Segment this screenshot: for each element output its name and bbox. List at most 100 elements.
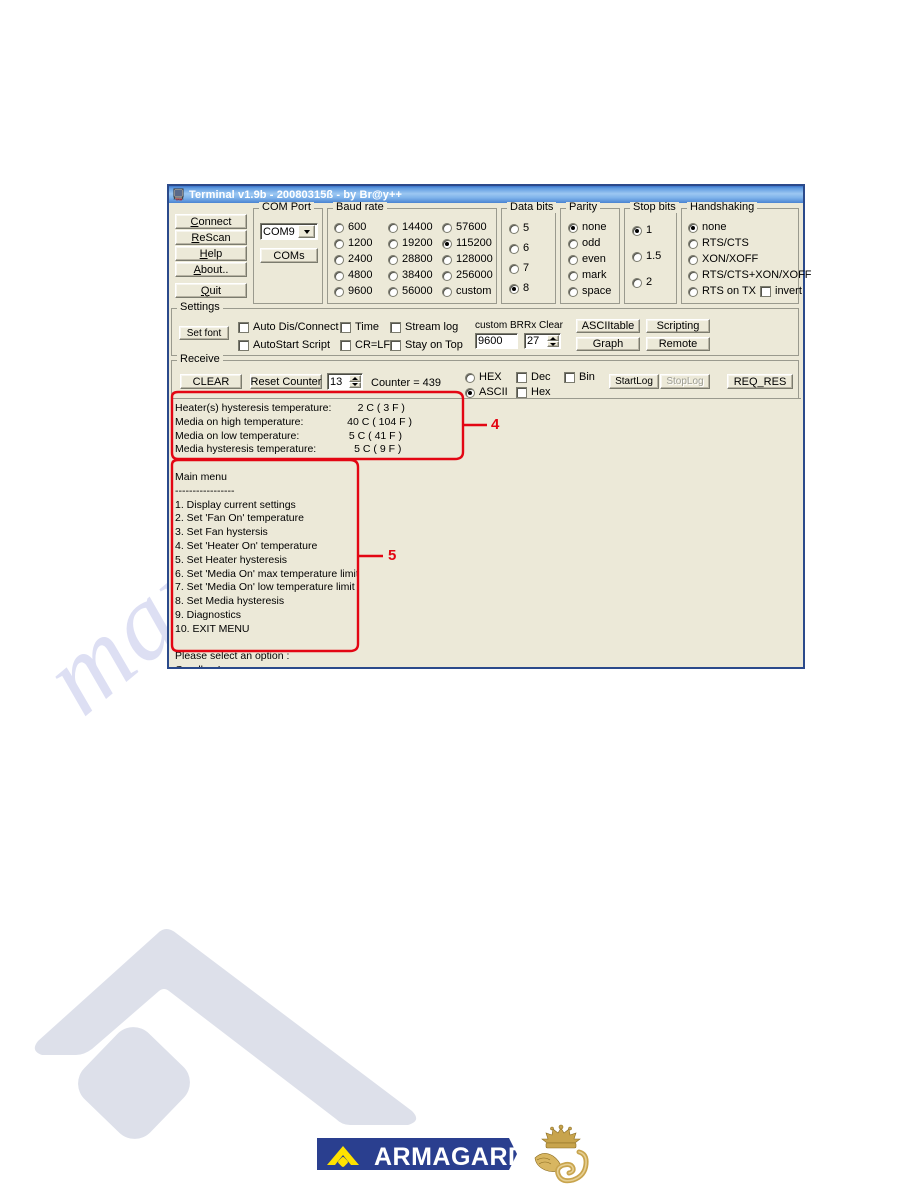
data-bits-7[interactable]: 7 xyxy=(509,263,529,274)
start-log-button[interactable]: StartLog xyxy=(609,374,659,389)
settings-legend: Settings xyxy=(177,302,223,313)
bin-checkbox[interactable]: Bin xyxy=(564,372,595,383)
com-port-value: COM9 xyxy=(263,225,295,238)
counter-threshold-input[interactable]: 13 xyxy=(327,373,363,390)
req-res-button[interactable]: REQ_RES xyxy=(727,374,793,389)
reset-counter-button[interactable]: Reset Counter xyxy=(250,374,322,389)
help-button[interactable]: Help xyxy=(175,246,247,261)
parity-legend: Parity xyxy=(566,202,601,213)
stop-bits-legend: Stop bits xyxy=(630,202,679,213)
graph-button[interactable]: Graph xyxy=(576,337,640,351)
set-font-button[interactable]: Set font xyxy=(179,326,229,340)
receive-group: Receive CLEAR Reset Counter 13 Counter =… xyxy=(171,354,799,398)
autostart-script-checkbox[interactable]: AutoStart Script xyxy=(238,340,330,351)
scripting-button[interactable]: Scripting xyxy=(646,319,710,333)
handshaking-none[interactable]: none xyxy=(688,222,726,233)
baud-115200[interactable]: 115200 xyxy=(442,238,492,249)
parity-even[interactable]: even xyxy=(568,254,606,265)
receive-ascii-radio[interactable]: ASCII xyxy=(465,387,508,398)
custom-br-label: custom BR xyxy=(475,320,524,331)
svg-text:TRM: TRM xyxy=(175,198,182,201)
stop-bits-1[interactable]: 1 xyxy=(632,225,652,236)
rx-clear-spinner[interactable]: 27 xyxy=(524,333,561,349)
terminal-output-text: Heater(s) hysteresis temperature: 2 C ( … xyxy=(175,402,412,667)
baud-600[interactable]: 600 xyxy=(334,222,366,233)
com-port-select[interactable]: COM9 xyxy=(260,223,318,240)
quit-button[interactable]: Quit xyxy=(175,283,247,298)
handshaking-xon-xoff[interactable]: XON/XOFF xyxy=(688,254,758,265)
parity-mark[interactable]: mark xyxy=(568,270,606,281)
stay-on-top-checkbox[interactable]: Stay on Top xyxy=(390,340,463,351)
data-bits-5[interactable]: 5 xyxy=(509,223,529,234)
stream-log-checkbox[interactable]: Stream log xyxy=(390,322,458,333)
stop-bits-2[interactable]: 2 xyxy=(632,277,652,288)
rx-clear-label: Rx Clear xyxy=(524,320,563,331)
baud-custom[interactable]: custom xyxy=(442,286,491,297)
data-bits-legend: Data bits xyxy=(507,202,557,213)
chevron-watermark xyxy=(30,925,420,1145)
connect-button[interactable]: Connect xyxy=(175,214,247,229)
terminal-application-window: TRM Terminal v1.9b - 20080315ß - by Br@y… xyxy=(167,184,812,669)
cr-lf-checkbox[interactable]: CR=LF xyxy=(340,340,390,351)
handshaking-rts-cts[interactable]: RTS/CTS xyxy=(688,238,749,249)
baud-56000[interactable]: 56000 xyxy=(388,286,433,297)
baud-256000[interactable]: 256000 xyxy=(442,270,493,281)
hex-checkbox[interactable]: Hex xyxy=(516,387,551,398)
about-button[interactable]: About.. xyxy=(175,262,247,277)
rescan-button[interactable]: ReScan xyxy=(175,230,247,245)
handshaking-rts-on-tx[interactable]: RTS on TX xyxy=(688,286,756,297)
queens-award-crest-icon xyxy=(534,1124,589,1184)
data-bits-6[interactable]: 6 xyxy=(509,243,529,254)
handshaking-legend: Handshaking xyxy=(687,202,758,213)
parity-odd[interactable]: odd xyxy=(568,238,600,249)
receive-hex-radio[interactable]: HEX xyxy=(465,372,502,383)
data-bits-group: Data bits 5 6 7 8 xyxy=(501,202,557,304)
baud-38400[interactable]: 38400 xyxy=(388,270,433,281)
spinner-arrows-icon[interactable] xyxy=(547,335,559,347)
footer-logo: ARMAGARD xyxy=(317,1124,591,1186)
window-title: Terminal v1.9b - 20080315ß - by Br@y++ xyxy=(189,188,403,201)
baud-28800[interactable]: 28800 xyxy=(388,254,433,265)
data-bits-8[interactable]: 8 xyxy=(509,283,529,294)
window-client-area: Connect ReScan Help About.. Quit COM Por… xyxy=(169,202,812,667)
handshaking-rts-cts-xon-xoff[interactable]: RTS/CTS+XON/XOFF xyxy=(688,270,812,281)
parity-none[interactable]: none xyxy=(568,222,606,233)
coms-button[interactable]: COMs xyxy=(260,248,318,263)
auto-dis-connect-checkbox[interactable]: Auto Dis/Connect xyxy=(238,322,339,333)
clear-button[interactable]: CLEAR xyxy=(180,374,242,389)
com-port-legend: COM Port xyxy=(259,202,314,213)
callout-label-4: 4 xyxy=(491,416,500,433)
baud-57600[interactable]: 57600 xyxy=(442,222,487,233)
counter-readout: Counter = 439 xyxy=(371,377,442,389)
baud-rate-group: Baud rate 600 1200 2400 4800 9600 14400 … xyxy=(327,202,497,304)
parity-space[interactable]: space xyxy=(568,286,611,297)
baud-128000[interactable]: 128000 xyxy=(442,254,493,265)
armagard-wordmark: ARMAGARD xyxy=(374,1143,527,1171)
receive-legend: Receive xyxy=(177,354,223,365)
baud-4800[interactable]: 4800 xyxy=(334,270,372,281)
stop-bits-1-5[interactable]: 1.5 xyxy=(632,251,661,262)
terminal-output-pane[interactable]: Heater(s) hysteresis temperature: 2 C ( … xyxy=(171,398,801,667)
ascii-table-button[interactable]: ASCIItable xyxy=(576,319,640,333)
armagard-badge: ARMAGARD xyxy=(317,1138,526,1172)
baud-9600[interactable]: 9600 xyxy=(334,286,372,297)
baud-14400[interactable]: 14400 xyxy=(388,222,433,233)
com-port-group: COM Port COM9 COMs xyxy=(253,202,323,304)
parity-group: Parity none odd even mark space xyxy=(560,202,620,304)
time-checkbox[interactable]: Time xyxy=(340,322,379,333)
terminal-app-icon: TRM xyxy=(172,188,185,201)
baud-2400[interactable]: 2400 xyxy=(334,254,372,265)
dec-checkbox[interactable]: Dec xyxy=(516,372,551,383)
callout-label-5: 5 xyxy=(388,547,397,564)
stop-bits-group: Stop bits 1 1.5 2 xyxy=(624,202,679,304)
stop-log-button: StopLog xyxy=(660,374,710,389)
chevron-down-icon[interactable] xyxy=(298,225,315,238)
chevron-watermark-icon xyxy=(34,929,417,1139)
baud-19200[interactable]: 19200 xyxy=(388,238,433,249)
baud-1200[interactable]: 1200 xyxy=(334,238,372,249)
invert-checkbox[interactable]: invert xyxy=(760,286,802,297)
remote-button[interactable]: Remote xyxy=(646,337,710,351)
counter-spinner-arrows-icon[interactable] xyxy=(349,375,361,388)
settings-group: Settings Set font Auto Dis/Connect AutoS… xyxy=(171,302,799,356)
custom-br-input[interactable]: 9600 xyxy=(475,333,518,349)
